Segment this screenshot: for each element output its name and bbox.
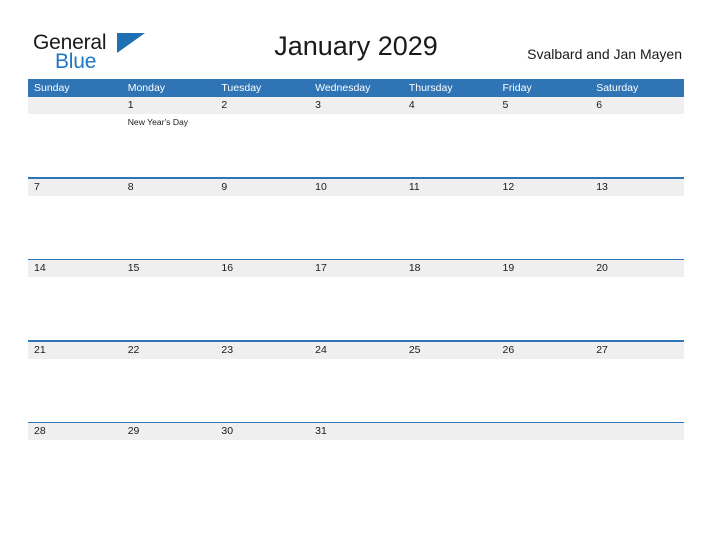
date-number-band: 28 29 30 31 bbox=[28, 423, 684, 440]
day-number-30[interactable]: 30 bbox=[215, 423, 309, 440]
date-number-band: 123456 bbox=[28, 97, 684, 114]
day-cell-empty bbox=[403, 114, 497, 177]
day-cell-empty bbox=[122, 196, 216, 259]
day-cell-empty bbox=[309, 440, 403, 455]
weekday-header-friday: Friday bbox=[502, 82, 532, 94]
day-number-2[interactable]: 2 bbox=[215, 97, 309, 114]
day-cell-empty bbox=[497, 196, 591, 259]
day-cell-empty bbox=[403, 359, 497, 422]
weekday-header-row: Sunday Monday Tuesday Wednesday Thursday Frid… bbox=[28, 79, 684, 97]
day-cell-empty bbox=[28, 359, 122, 422]
day-event-label: New Year's Day bbox=[127, 117, 189, 127]
day-cell-empty bbox=[309, 277, 403, 340]
day-cell-empty bbox=[122, 359, 216, 422]
date-number-band: 7 8 9 10 11 12 13 bbox=[28, 178, 684, 196]
day-number-9[interactable]: 9 bbox=[215, 179, 309, 196]
day-number-23[interactable]: 23 bbox=[215, 342, 309, 359]
day-cell-empty bbox=[497, 114, 591, 177]
day-cell-empty bbox=[590, 196, 684, 259]
day-cell-empty bbox=[215, 196, 309, 259]
calendar-week-row: 21 22 23 24 25 26 27 bbox=[28, 340, 684, 422]
day-cell-empty bbox=[309, 196, 403, 259]
date-number-band: 14 15 16 17 18 19 20 bbox=[28, 260, 684, 277]
day-number-7[interactable]: 7 bbox=[28, 179, 122, 196]
day-cell-empty bbox=[215, 359, 309, 422]
calendar-table: Sunday Monday Tuesday Wednesday Thursday Frid… bbox=[28, 79, 684, 455]
day-number-empty bbox=[497, 423, 591, 440]
day-cell-empty bbox=[28, 114, 122, 177]
day-content-band bbox=[28, 440, 684, 455]
day-number-29[interactable]: 29 bbox=[122, 423, 216, 440]
day-number-10[interactable]: 10 bbox=[309, 179, 403, 196]
calendar-week-row: 14 15 16 17 18 19 20 bbox=[28, 258, 684, 340]
day-cell-empty bbox=[28, 196, 122, 259]
day-cell-empty bbox=[122, 277, 216, 340]
day-cell-empty bbox=[403, 277, 497, 340]
day-number-19[interactable]: 19 bbox=[497, 260, 591, 277]
calendar-week-row: 1 2 3 4 5 6 New Year's Day bbox=[28, 97, 684, 177]
day-cell-empty bbox=[497, 440, 591, 455]
day-number-empty bbox=[403, 423, 497, 440]
day-content-band: New Year's Day bbox=[28, 114, 684, 177]
day-cell-empty bbox=[590, 440, 684, 455]
calendar-week-row: 7 8 9 10 11 12 13 bbox=[28, 177, 684, 259]
day-content-band bbox=[28, 358, 684, 422]
day-cell-empty bbox=[497, 359, 591, 422]
day-number-empty bbox=[590, 423, 684, 440]
day-cell-empty bbox=[215, 277, 309, 340]
day-cell-empty bbox=[28, 277, 122, 340]
weekday-header-monday: Monday bbox=[127, 82, 166, 94]
weekday-header-tuesday: Tuesday bbox=[221, 82, 262, 94]
day-number-31[interactable]: 31 bbox=[309, 423, 403, 440]
day-cell-empty bbox=[309, 114, 403, 177]
day-cell-empty bbox=[309, 359, 403, 422]
day-number-25[interactable]: 25 bbox=[403, 342, 497, 359]
day-number-11[interactable]: 11 bbox=[403, 179, 497, 196]
day-number-17[interactable]: 17 bbox=[309, 260, 403, 277]
day-cell-empty bbox=[122, 440, 216, 455]
day-number-14[interactable]: 14 bbox=[28, 260, 122, 277]
date-number-band: 21 22 23 24 25 26 27 bbox=[28, 341, 684, 359]
day-number-4[interactable]: 4 bbox=[403, 97, 497, 114]
weekday-header-thursday: Thursday bbox=[408, 82, 453, 94]
day-cell-empty bbox=[590, 277, 684, 340]
day-number-1[interactable]: 1 bbox=[122, 97, 216, 114]
day-number-22[interactable]: 22 bbox=[122, 342, 216, 359]
weekday-header-sunday: Sunday bbox=[34, 82, 70, 94]
day-cell-empty bbox=[215, 440, 309, 455]
day-number-21[interactable]: 21 bbox=[28, 342, 122, 359]
day-number-18[interactable]: 18 bbox=[403, 260, 497, 277]
day-cell-empty bbox=[215, 114, 309, 177]
weekday-header-wednesday: Wednesday bbox=[315, 82, 371, 94]
locale-label: Svalbard and Jan Mayen bbox=[527, 46, 682, 62]
day-number-13[interactable]: 13 bbox=[590, 179, 684, 196]
day-number-12[interactable]: 12 bbox=[497, 179, 591, 196]
calendar-page: General Blue January 2029 Svalbard and J… bbox=[0, 0, 712, 550]
day-cell-empty bbox=[403, 196, 497, 259]
page-header: General Blue January 2029 Svalbard and J… bbox=[0, 0, 712, 78]
day-number-15[interactable]: 15 bbox=[122, 260, 216, 277]
day-number-20[interactable]: 20 bbox=[590, 260, 684, 277]
day-number-28[interactable]: 28 bbox=[28, 423, 122, 440]
day-content-band bbox=[28, 195, 684, 259]
day-content-band bbox=[28, 277, 684, 340]
day-cell-empty bbox=[28, 440, 122, 455]
day-number-5[interactable]: 5 bbox=[497, 97, 591, 114]
day-number-27[interactable]: 27 bbox=[590, 342, 684, 359]
day-number-6[interactable]: 6 bbox=[590, 97, 684, 114]
calendar-week-row: 28 29 30 31 bbox=[28, 421, 684, 455]
calendar-weeks: 1 2 3 4 5 6 New Year's Day 7 8 9 10 11 12 13 14 15 16 17 1… bbox=[28, 97, 684, 455]
day-number-16[interactable]: 16 bbox=[215, 260, 309, 277]
day-number-26[interactable]: 26 bbox=[497, 342, 591, 359]
day-cell-empty bbox=[497, 277, 591, 340]
day-cell-empty bbox=[590, 359, 684, 422]
weekday-header-saturday: Saturday bbox=[596, 82, 639, 94]
day-number-empty bbox=[28, 97, 122, 114]
day-cell-empty bbox=[590, 114, 684, 177]
day-number-24[interactable]: 24 bbox=[309, 342, 403, 359]
day-number-8[interactable]: 8 bbox=[122, 179, 216, 196]
day-number-3[interactable]: 3 bbox=[309, 97, 403, 114]
day-cell-empty bbox=[403, 440, 497, 455]
